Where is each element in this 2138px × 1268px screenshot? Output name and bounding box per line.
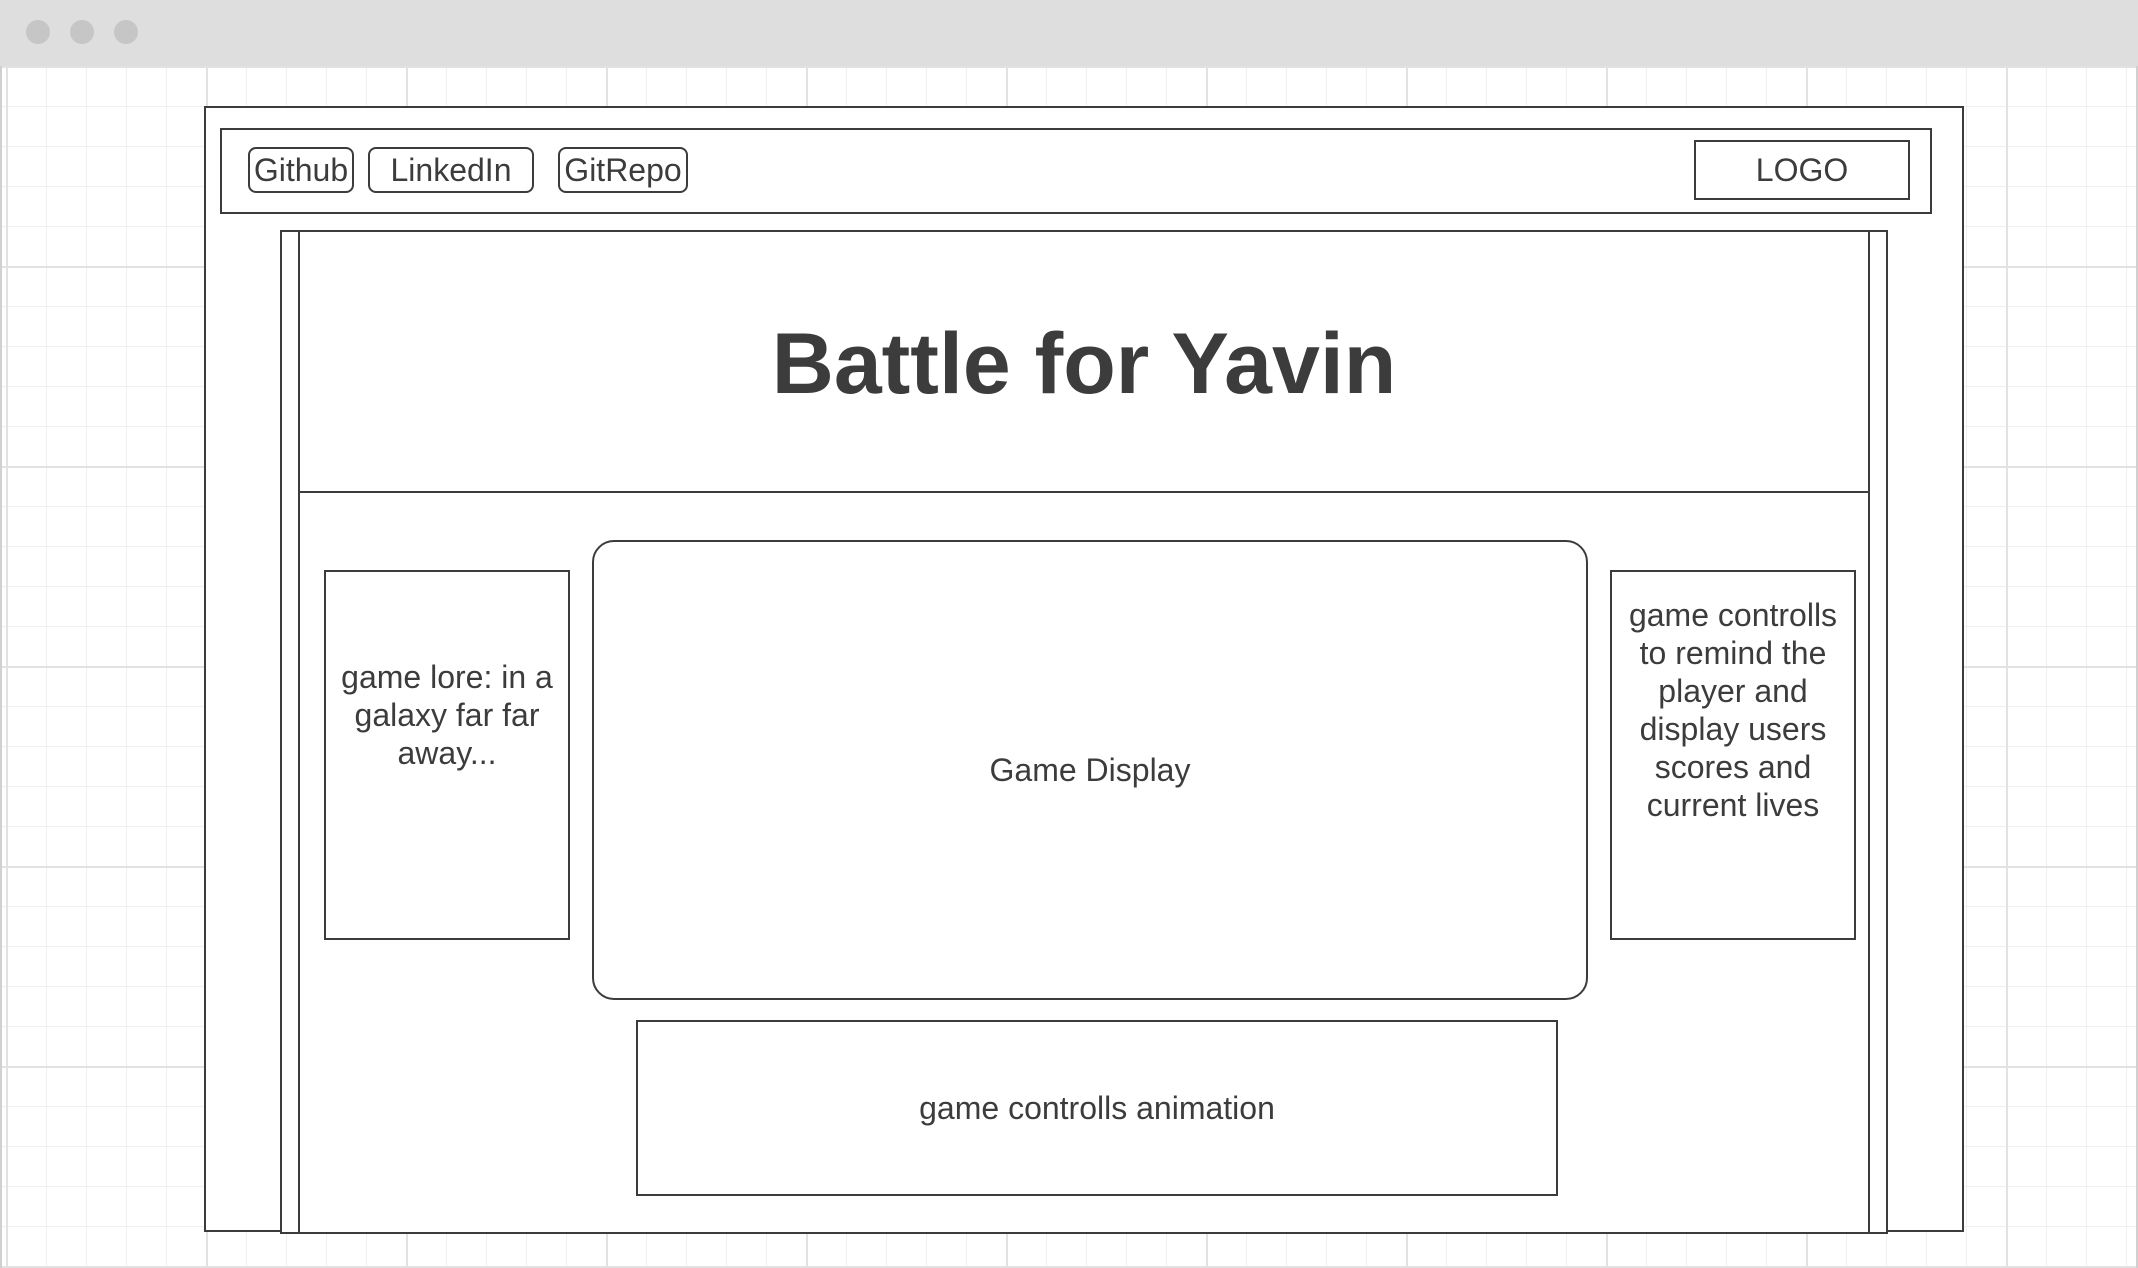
game-controls-animation-panel: game controlls animation (636, 1020, 1558, 1196)
window-titlebar (0, 0, 2138, 66)
game-controls-info-panel: game controlls to remind the player and … (1610, 570, 1856, 940)
header-divider (298, 491, 1870, 493)
game-lore-text: game lore: in a galaxy far far away... (341, 659, 553, 771)
window-control-dot-2[interactable] (70, 20, 94, 44)
window-control-dot-1[interactable] (26, 20, 50, 44)
game-controls-info-text: game controlls to remind the player and … (1628, 597, 1838, 823)
gitrepo-button[interactable]: GitRepo (558, 147, 688, 193)
game-display[interactable]: Game Display (592, 540, 1588, 1000)
game-controls-animation-label: game controlls animation (919, 1090, 1275, 1126)
game-lore-panel: game lore: in a galaxy far far away... (324, 570, 570, 940)
logo-box[interactable]: LOGO (1694, 140, 1910, 200)
game-display-label: Game Display (989, 752, 1191, 788)
page-title: Battle for Yavin (771, 315, 1397, 412)
window-control-dot-3[interactable] (114, 20, 138, 44)
linkedin-button[interactable]: LinkedIn (368, 147, 534, 193)
github-button[interactable]: Github (248, 147, 354, 193)
